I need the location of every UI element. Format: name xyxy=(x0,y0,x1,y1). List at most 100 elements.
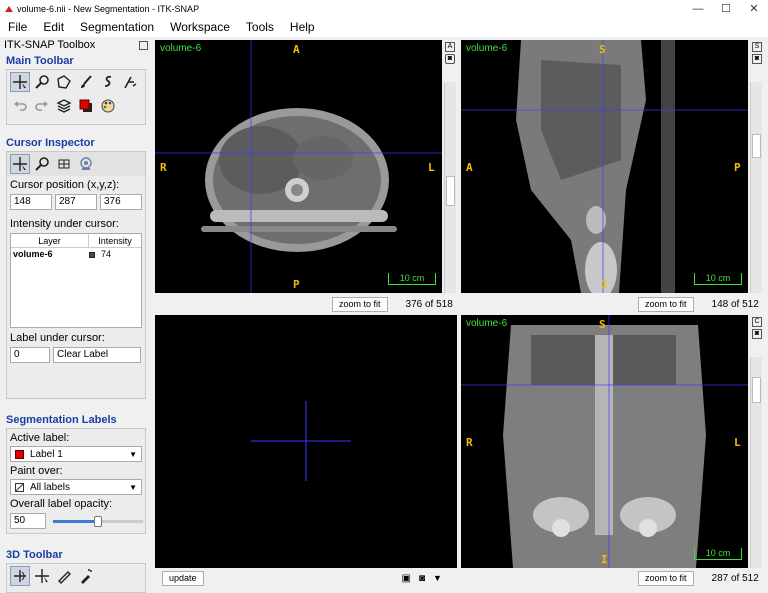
opacity-field[interactable]: 50 xyxy=(10,513,46,529)
menu-file[interactable]: File xyxy=(0,20,35,34)
segmentation-labels-title: Segmentation Labels xyxy=(6,414,117,426)
coronal-label-left: R xyxy=(466,436,473,449)
cursor-z-field[interactable]: 376 xyxy=(100,194,142,210)
paint-over-combo[interactable]: All labels ▼ xyxy=(10,479,142,495)
camera-icon[interactable]: ◙ xyxy=(752,54,762,64)
table-row[interactable]: volume-6 74 xyxy=(11,248,141,261)
col-layer-header[interactable]: Layer xyxy=(11,234,89,247)
scalpel-3d-icon[interactable] xyxy=(54,566,74,586)
view-3d-icon[interactable]: ▣ xyxy=(402,573,411,584)
coronal-scrollbar[interactable] xyxy=(750,357,762,568)
sagittal-scroll-thumb[interactable] xyxy=(752,134,761,158)
active-label-swatch xyxy=(15,449,24,459)
redo-icon[interactable] xyxy=(32,96,52,116)
opacity-slider[interactable] xyxy=(52,514,143,528)
segmentation-labels-panel: Active label: Label 1 ▼ Paint over: All … xyxy=(6,428,146,534)
sagittal-view-icon[interactable]: S xyxy=(752,42,762,52)
sagittal-zoom-to-fit-button[interactable]: zoom to fit xyxy=(638,296,694,312)
coronal-label-bottom: I xyxy=(601,553,608,566)
axial-scroll-thumb[interactable] xyxy=(446,176,455,206)
axial-label-top: A xyxy=(293,43,300,56)
sagittal-label-right: P xyxy=(734,161,741,174)
palette-icon[interactable] xyxy=(98,96,118,116)
coronal-scroll-thumb[interactable] xyxy=(752,377,761,403)
polygon-tool-icon[interactable] xyxy=(54,72,74,92)
camera-icon[interactable]: ◙ xyxy=(752,329,762,339)
cursor-position-label: Cursor position (x,y,z): xyxy=(10,179,120,191)
rotate-3d-icon[interactable] xyxy=(10,566,30,586)
render-3d-view[interactable] xyxy=(155,315,457,568)
cursor-inspector-panel: Cursor position (x,y,z): 148 287 376 Int… xyxy=(6,151,146,399)
window-title: volume-6.nii - New Segmentation - ITK-SN… xyxy=(17,3,200,14)
undo-icon[interactable] xyxy=(10,96,30,116)
axial-zoom-to-fit-button[interactable]: zoom to fit xyxy=(332,296,388,312)
toolbox-panel: ITK-SNAP Toolbox Main Toolbar Cursor Ins… xyxy=(0,37,152,593)
menu-bar: File Edit Segmentation Workspace Tools H… xyxy=(0,17,768,37)
opacity-title: Overall label opacity: xyxy=(10,498,113,510)
maximize-button[interactable]: ☐ xyxy=(712,2,740,15)
sagittal-scrollbar[interactable] xyxy=(750,82,762,293)
sagittal-label-top: S xyxy=(599,43,606,56)
cursor-inspector-title: Cursor Inspector xyxy=(6,137,95,149)
render-3d-bottom-bar: update ▣ ◙ ▼ xyxy=(162,569,457,587)
sagittal-cursor-crosshair xyxy=(461,40,748,293)
active-label-value: Label 1 xyxy=(30,448,63,460)
paintbrush-tool-icon[interactable] xyxy=(76,72,96,92)
minimize-button[interactable]: — xyxy=(684,3,712,15)
render-3d-crosshair xyxy=(251,401,351,481)
active-label-combo[interactable]: Label 1 ▼ xyxy=(10,446,142,462)
cursor-inspect-icon[interactable] xyxy=(10,154,30,174)
toolbox-header: ITK-SNAP Toolbox xyxy=(0,37,152,53)
axial-view[interactable]: volume-6 A P R L 10 cm xyxy=(155,40,442,293)
close-button[interactable]: ✕ xyxy=(740,2,768,15)
paint-over-value: All labels xyxy=(30,481,71,493)
menu-tools[interactable]: Tools xyxy=(238,20,282,34)
crosshair-3d-icon[interactable] xyxy=(32,566,52,586)
zoom-tool-icon[interactable] xyxy=(32,72,52,92)
annotation-tool-icon[interactable] xyxy=(120,72,140,92)
menu-edit[interactable]: Edit xyxy=(35,20,72,34)
zoom-inspect-icon[interactable] xyxy=(32,154,52,174)
menu-segmentation[interactable]: Segmentation xyxy=(72,20,162,34)
sagittal-label-bottom: I xyxy=(601,278,608,291)
axial-label-bottom: P xyxy=(293,278,300,291)
coronal-view-icon[interactable]: C xyxy=(752,317,762,327)
layers-icon[interactable] xyxy=(54,96,74,116)
label-under-cursor-title: Label under cursor: xyxy=(10,332,105,344)
label-id-field[interactable]: 0 xyxy=(10,347,50,363)
intensity-table: Layer Intensity volume-6 74 xyxy=(10,233,142,328)
sagittal-label-left: A xyxy=(466,161,473,174)
coronal-zoom-to-fit-button[interactable]: zoom to fit xyxy=(638,570,694,586)
axial-scale-bar: 10 cm xyxy=(388,273,436,285)
toolbar-3d-title: 3D Toolbar xyxy=(6,549,63,561)
coronal-cursor-crosshair xyxy=(461,315,748,568)
chevron-down-icon[interactable]: ▼ xyxy=(433,573,442,583)
menu-help[interactable]: Help xyxy=(282,20,323,34)
cursor-x-field[interactable]: 148 xyxy=(10,194,52,210)
coronal-view[interactable]: volume-6 S I R L 10 cm xyxy=(461,315,748,568)
col-intensity-header[interactable]: Intensity xyxy=(89,234,141,247)
intensity-value-cell: 74 xyxy=(101,249,112,259)
grid-layout-icon[interactable] xyxy=(54,154,74,174)
update-button[interactable]: update xyxy=(162,570,204,586)
camera-icon[interactable]: ◙ xyxy=(419,573,425,584)
menu-workspace[interactable]: Workspace xyxy=(162,20,238,34)
layer-name-cell: volume-6 xyxy=(13,249,53,259)
camera-icon[interactable]: ◙ xyxy=(445,54,455,64)
label-name-field[interactable]: Clear Label xyxy=(53,347,141,363)
main-toolbar xyxy=(6,69,146,125)
active-label-title: Active label: xyxy=(10,432,70,444)
spray-3d-icon[interactable] xyxy=(76,566,96,586)
label-color-icon[interactable] xyxy=(76,96,96,116)
axial-view-icon[interactable]: A xyxy=(445,42,455,52)
all-labels-icon xyxy=(15,482,24,492)
undock-icon[interactable] xyxy=(139,40,148,50)
axial-scrollbar[interactable] xyxy=(444,82,456,293)
slider-handle[interactable] xyxy=(93,516,102,527)
sync-icon[interactable] xyxy=(76,154,96,174)
axial-slice-counter: 376 of 518 xyxy=(405,298,453,310)
cursor-y-field[interactable]: 287 xyxy=(55,194,97,210)
crosshair-tool-icon[interactable] xyxy=(10,72,30,92)
snake-tool-icon[interactable] xyxy=(98,72,118,92)
sagittal-view[interactable]: volume-6 S I A P 10 cm xyxy=(461,40,748,293)
